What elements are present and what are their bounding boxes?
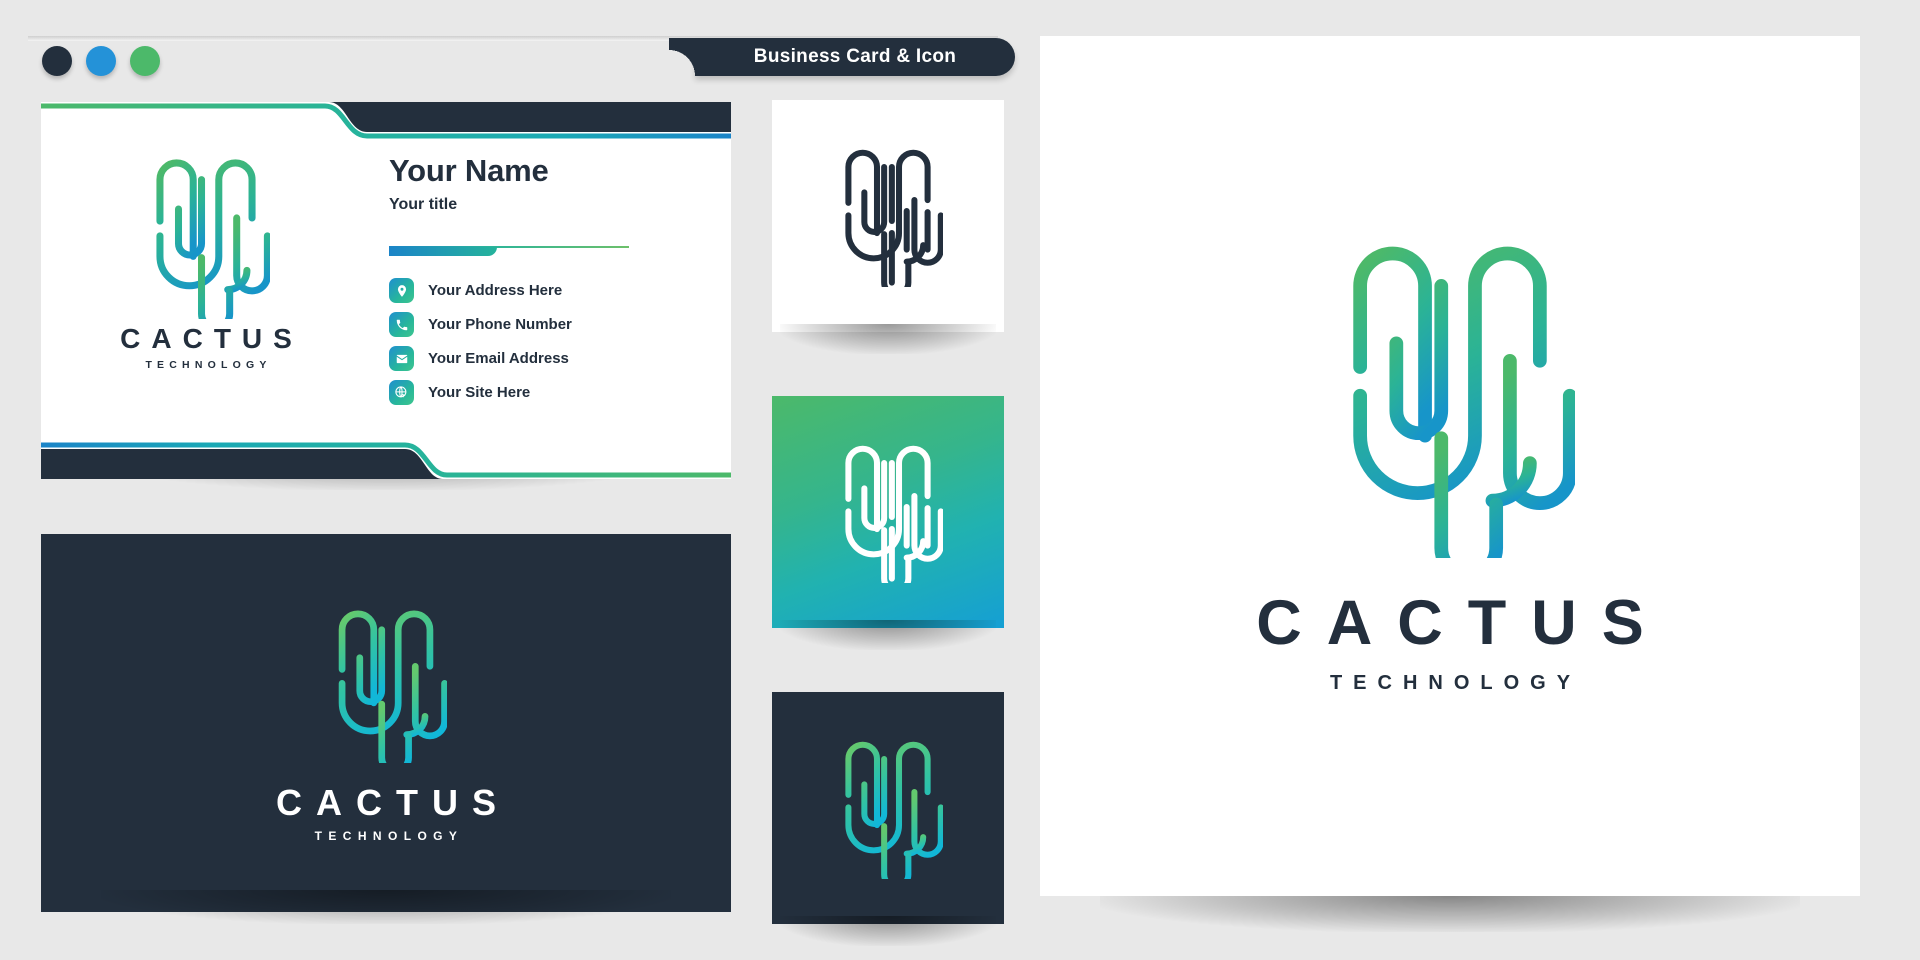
icon-variant-white: [772, 100, 1004, 354]
card-back-brand-tagline: TECHNOLOGY: [314, 828, 464, 843]
minimize-dot[interactable]: [86, 46, 116, 76]
icon-variant-gradient: [772, 396, 1004, 650]
person-title: Your title: [389, 196, 458, 214]
cactus-line-icon: [845, 741, 943, 879]
window-controls: [42, 46, 160, 76]
card-front-details: Your Name Your title Your Address Here Y…: [389, 153, 709, 406]
contact-row-phone: Your Phone Number: [389, 312, 709, 338]
card-back-brand-name: CACTUS: [276, 781, 510, 823]
logo-presentation-panel: CACTUS TECHNOLOGY: [1040, 36, 1860, 896]
gradient-divider: [389, 242, 629, 257]
card-back-shadow: [101, 890, 671, 924]
card-top-corner-decoration: [41, 102, 731, 139]
contact-row-site: Your Site Here: [389, 380, 709, 406]
logo-panel-shadow: [1100, 896, 1800, 932]
icon-variant-dark: [772, 692, 1004, 946]
contact-label-email: Your Email Address: [428, 350, 569, 368]
maximize-dot[interactable]: [130, 46, 160, 76]
contact-list: Your Address Here Your Phone Number Your…: [389, 278, 709, 406]
cactus-line-icon: [338, 610, 447, 763]
icon-variant-shadow: [780, 620, 996, 650]
cactus-line-icon: [156, 159, 270, 319]
contact-row-address: Your Address Here: [389, 278, 709, 304]
brand-name: CACTUS: [120, 323, 303, 354]
icon-variant-shadow: [780, 916, 996, 946]
envelope-icon: [389, 346, 414, 372]
globe-cursor-icon: [389, 380, 414, 406]
contact-row-email: Your Email Address: [389, 346, 709, 372]
phone-icon: [389, 312, 414, 338]
person-name: Your Name: [389, 153, 549, 188]
icon-variant-shadow: [780, 324, 996, 354]
close-dot[interactable]: [42, 46, 72, 76]
cactus-line-icon: [1353, 246, 1575, 558]
business-card-back: CACTUS TECHNOLOGY: [41, 534, 731, 912]
contact-label-phone: Your Phone Number: [428, 316, 572, 334]
card-front-wordmark: CACTUS TECHNOLOGY: [109, 325, 303, 371]
cactus-line-icon: [845, 445, 943, 583]
brand-tagline: TECHNOLOGY: [145, 359, 272, 371]
business-card-front: CACTUS TECHNOLOGY Your Name Your title Y…: [41, 102, 731, 479]
contact-label-site: Your Site Here: [428, 384, 531, 402]
card-front-branding: CACTUS TECHNOLOGY: [41, 154, 371, 371]
big-logo-tagline: TECHNOLOGY: [1329, 672, 1582, 694]
contact-label-address: Your Address Here: [428, 282, 563, 300]
location-pin-icon: [389, 278, 414, 304]
window-tab[interactable]: Business Card & Icon: [669, 38, 1015, 76]
artboard: Business Card & Icon CACTUS TECHNOLOGY Y…: [0, 0, 1920, 960]
big-logo-brand-name: CACTUS: [1256, 588, 1669, 658]
card-bottom-corner-decoration: [41, 442, 731, 479]
window-tab-label: Business Card & Icon: [753, 46, 957, 67]
divider-thick-bar: [389, 247, 497, 257]
cactus-line-icon: [845, 149, 943, 287]
